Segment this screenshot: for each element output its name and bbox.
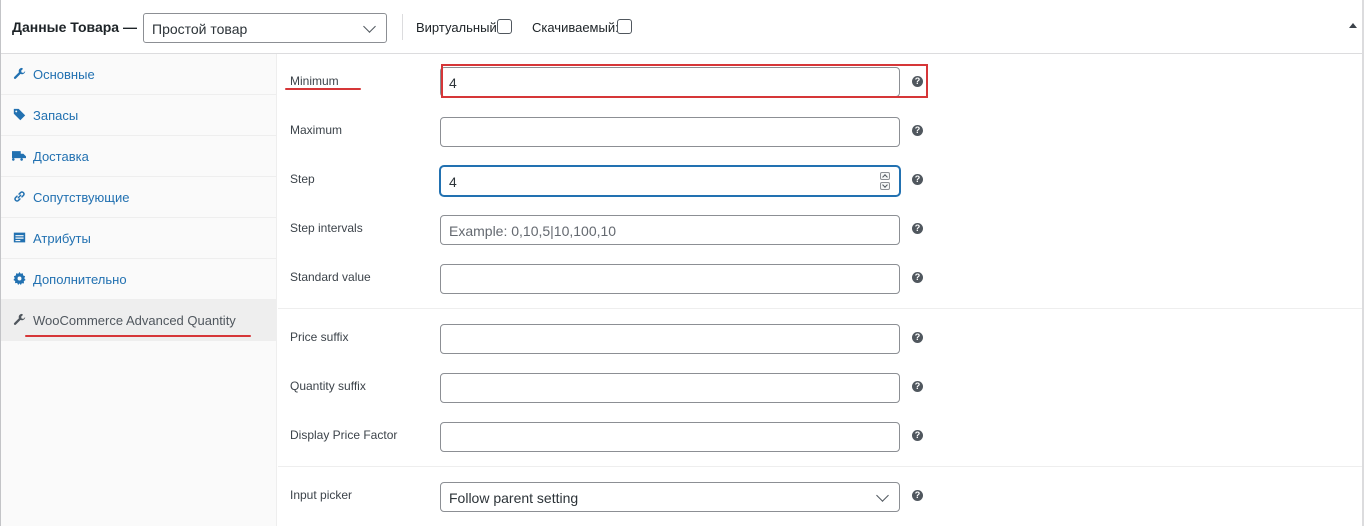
tab-label: Дополнительно: [33, 272, 127, 287]
number-spinner[interactable]: [879, 172, 891, 190]
virtual-checkbox[interactable]: [497, 19, 512, 34]
downloadable-label: Скачиваемый:: [532, 20, 619, 35]
virtual-label: Виртуальный:: [416, 20, 501, 35]
gear-icon: [12, 272, 26, 286]
step-label: Step: [290, 172, 315, 186]
input-picker-label: Input picker: [290, 488, 353, 502]
quantity-suffix-label: Quantity suffix: [290, 379, 366, 393]
input-picker-select[interactable]: Follow parent setting: [440, 482, 900, 512]
section-divider: [278, 308, 1363, 309]
tag-icon: [12, 108, 26, 122]
product-data-header: Данные Товара — Простой товар Виртуальны…: [1, 0, 1364, 54]
panel-title: Данные Товара —: [12, 19, 137, 35]
link-icon: [12, 190, 26, 204]
product-data-panel: Данные Товара — Простой товар Виртуальны…: [0, 0, 1364, 526]
maximum-input[interactable]: [440, 117, 900, 147]
help-icon[interactable]: ?: [912, 125, 923, 136]
wrench-icon: [12, 67, 26, 81]
help-icon[interactable]: ?: [912, 174, 923, 185]
chevron-down-icon: [876, 489, 889, 502]
price-suffix-input[interactable]: [440, 324, 900, 354]
header-separator: [402, 14, 403, 40]
annotation-underline-tab: [25, 335, 251, 337]
input-picker-value: Follow parent setting: [449, 490, 579, 506]
minimum-label: Minimum: [290, 74, 339, 88]
display-price-factor-label: Display Price Factor: [290, 428, 398, 442]
spin-up-icon[interactable]: [880, 172, 890, 180]
tab-label: Основные: [33, 67, 95, 82]
tab-label: Сопутствующие: [33, 190, 130, 205]
spin-down-icon[interactable]: [880, 182, 890, 190]
help-icon[interactable]: ?: [912, 381, 923, 392]
help-icon[interactable]: ?: [912, 223, 923, 234]
annotation-underline-minimum: [285, 88, 361, 90]
maximum-label: Maximum: [290, 123, 343, 137]
chevron-down-icon: [363, 20, 376, 33]
tab-label: Доставка: [33, 149, 89, 164]
help-icon[interactable]: ?: [912, 490, 923, 501]
quantity-suffix-input[interactable]: [440, 373, 900, 403]
tab-general[interactable]: Основные: [1, 54, 277, 95]
display-price-factor-input[interactable]: [440, 422, 900, 452]
step-input[interactable]: 4: [440, 166, 900, 196]
list-icon: [12, 231, 26, 245]
product-data-tabs: Основные Запасы Доставка Сопутствующие А…: [1, 54, 277, 526]
collapse-arrow-icon[interactable]: [1349, 23, 1357, 28]
step-value: 4: [449, 174, 457, 190]
annotation-box-minimum: [441, 64, 928, 98]
help-icon[interactable]: ?: [912, 272, 923, 283]
step-intervals-placeholder: Example: 0,10,5|10,100,10: [449, 223, 617, 239]
tab-advanced[interactable]: Дополнительно: [1, 259, 277, 300]
truck-icon: [12, 149, 26, 163]
tab-inventory[interactable]: Запасы: [1, 95, 277, 136]
price-suffix-label: Price suffix: [290, 330, 349, 344]
help-icon[interactable]: ?: [912, 76, 923, 87]
tab-label: Запасы: [33, 108, 79, 123]
product-type-select[interactable]: Простой товар: [143, 13, 387, 43]
tab-linked-products[interactable]: Сопутствующие: [1, 177, 277, 218]
standard-value-input[interactable]: [440, 264, 900, 294]
section-divider: [278, 466, 1363, 467]
downloadable-checkbox[interactable]: [617, 19, 632, 34]
wrench-icon: [12, 313, 26, 327]
tab-label: WooCommerce Advanced Quantity: [33, 313, 236, 328]
standard-value-label: Standard value: [290, 270, 371, 284]
help-icon[interactable]: ?: [912, 332, 923, 343]
tab-label: Атрибуты: [33, 231, 91, 246]
step-intervals-label: Step intervals: [290, 221, 363, 235]
product-type-value: Простой товар: [152, 21, 248, 37]
step-intervals-input[interactable]: Example: 0,10,5|10,100,10: [440, 215, 900, 245]
tab-shipping[interactable]: Доставка: [1, 136, 277, 177]
help-icon[interactable]: ?: [912, 430, 923, 441]
tab-attributes[interactable]: Атрибуты: [1, 218, 277, 259]
